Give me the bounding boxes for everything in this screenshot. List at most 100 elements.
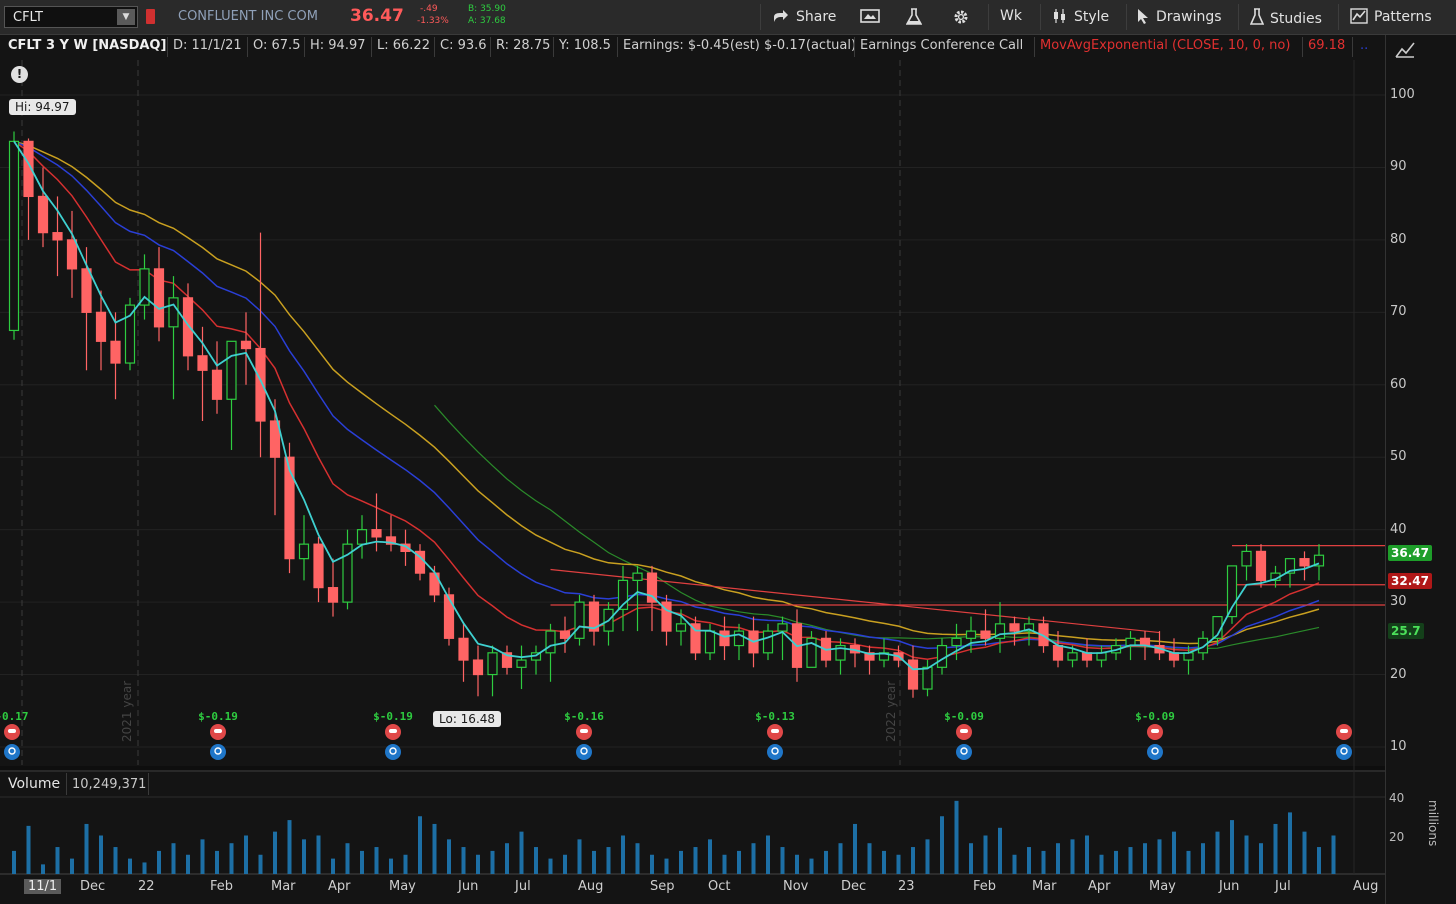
candle-body: [980, 630, 991, 639]
style-button[interactable]: Style: [1052, 8, 1109, 25]
volume-label: Volume: [8, 776, 61, 792]
candle-body: [1067, 652, 1078, 661]
info-divider: [247, 37, 248, 57]
volume-bar: [679, 850, 683, 874]
volume-bar: [925, 839, 930, 874]
volume-bar: [983, 835, 988, 874]
info-divider: [434, 37, 435, 57]
volume-bar: [1244, 835, 1249, 874]
volume-bar: [592, 850, 596, 874]
volume-bar: [505, 843, 509, 874]
volume-bar: [215, 850, 219, 874]
volume-bar: [186, 854, 190, 874]
info-high: H: 94.97: [310, 38, 366, 53]
bulb-icon: [214, 747, 222, 755]
toolbar-divider: [1238, 4, 1239, 30]
candle-body: [646, 572, 658, 603]
volume-bar: [41, 864, 45, 874]
bulb-icon: [1151, 747, 1159, 755]
candle-body: [574, 601, 585, 639]
candle-body: [8, 140, 20, 332]
volume-bar: [911, 847, 915, 874]
patterns-button[interactable]: Patterns: [1350, 8, 1432, 25]
volume-bar: [389, 858, 393, 874]
volume-bar: [1128, 847, 1133, 874]
earnings-events: -0.17 $-0.19 $-0.19 $-0.16 $-0.13 $-0.09 $-0.0…: [0, 710, 1352, 760]
studies-button[interactable]: Studies: [1249, 8, 1322, 27]
volume-bar: [519, 831, 524, 874]
volume-bar: [577, 839, 582, 874]
volume-bar: [896, 854, 901, 874]
studies-label: Studies: [1270, 11, 1322, 27]
candle-body: [878, 652, 890, 661]
conference-call-icon: [1147, 724, 1163, 740]
share-button[interactable]: Share: [772, 8, 836, 25]
toolbar-divider: [1040, 4, 1041, 30]
info-divider: [617, 37, 618, 57]
volume-bar: [1215, 831, 1220, 874]
volume-bar: [287, 820, 292, 874]
candles-icon: [1054, 9, 1065, 23]
volume-bar: [969, 843, 973, 874]
alert-icon[interactable]: !: [11, 66, 28, 83]
time-tick: Mar: [1032, 879, 1057, 894]
info-divider: [1352, 37, 1353, 57]
candle-body: [472, 659, 484, 676]
bulb-icon: [389, 747, 397, 755]
price-tick: 30: [1390, 594, 1407, 610]
symbol-input[interactable]: CFLT ▼: [4, 6, 138, 28]
chart-sharing-button[interactable]: [860, 8, 886, 25]
volume-bar: [244, 835, 248, 874]
candle-body: [1139, 637, 1151, 647]
symbol-dropdown-icon[interactable]: ▼: [117, 9, 135, 25]
candle-body: [342, 543, 353, 603]
volume-bar: [1114, 850, 1118, 874]
study-value: 69.18: [1308, 38, 1346, 53]
candle-body: [153, 268, 165, 328]
earnings-icon: [385, 744, 401, 760]
candle-body: [1241, 550, 1252, 567]
aggregation-button[interactable]: Wk: [1000, 8, 1022, 24]
volume-bar: [780, 847, 785, 874]
settings-button[interactable]: [952, 8, 976, 27]
lab-button[interactable]: [905, 8, 928, 27]
info-range: R: 28.75: [496, 38, 551, 53]
year-label-2021: 2021 year: [120, 680, 134, 742]
high-label: Hi: 94.97: [9, 99, 76, 115]
candle-body: [704, 630, 716, 654]
time-tick: Jul: [515, 879, 531, 894]
candle-body: [1038, 623, 1049, 647]
sma-green-path: [434, 404, 1320, 650]
symbol-link-icon[interactable]: [146, 9, 155, 24]
volume-bar: [1259, 843, 1263, 874]
toolbar-divider: [760, 4, 761, 30]
info-y: Y: 108.5: [559, 38, 611, 53]
candle-body: [820, 637, 832, 661]
time-tick: 23: [898, 879, 915, 894]
chart-expand-icon[interactable]: [1394, 37, 1416, 59]
candle-body: [530, 652, 542, 661]
price-chart[interactable]: -0.17 $-0.19 $-0.19 $-0.16 $-0.13 $-0.09 $-0.0…: [0, 0, 1456, 904]
candle-body: [371, 529, 382, 538]
time-tick: 22: [138, 879, 155, 894]
candle-body: [240, 340, 252, 350]
candle-body: [298, 543, 310, 560]
phone-icon: [8, 729, 16, 733]
volume-bar: [229, 843, 234, 874]
volume-bar: [1317, 847, 1321, 874]
study-title[interactable]: MovAvgExponential (CLOSE, 10, 0, no): [1040, 38, 1290, 56]
candle-body: [356, 529, 368, 545]
chart-title[interactable]: CFLT 3 Y W [NASDAQ]: [8, 38, 166, 56]
last-price: 36.47: [350, 6, 404, 26]
horizontal-lines[interactable]: [550, 545, 1386, 634]
volume-bar: [490, 850, 495, 874]
earnings-icon: [4, 744, 20, 760]
drawings-button[interactable]: Drawings: [1136, 8, 1222, 25]
candle-body: [559, 630, 571, 639]
time-tick: May: [389, 879, 416, 894]
volume-bar: [1056, 843, 1060, 874]
volume-bar: [418, 816, 422, 874]
time-tick: Mar: [271, 879, 296, 894]
earnings-icon: [210, 744, 226, 760]
volume-bar: [795, 854, 799, 874]
